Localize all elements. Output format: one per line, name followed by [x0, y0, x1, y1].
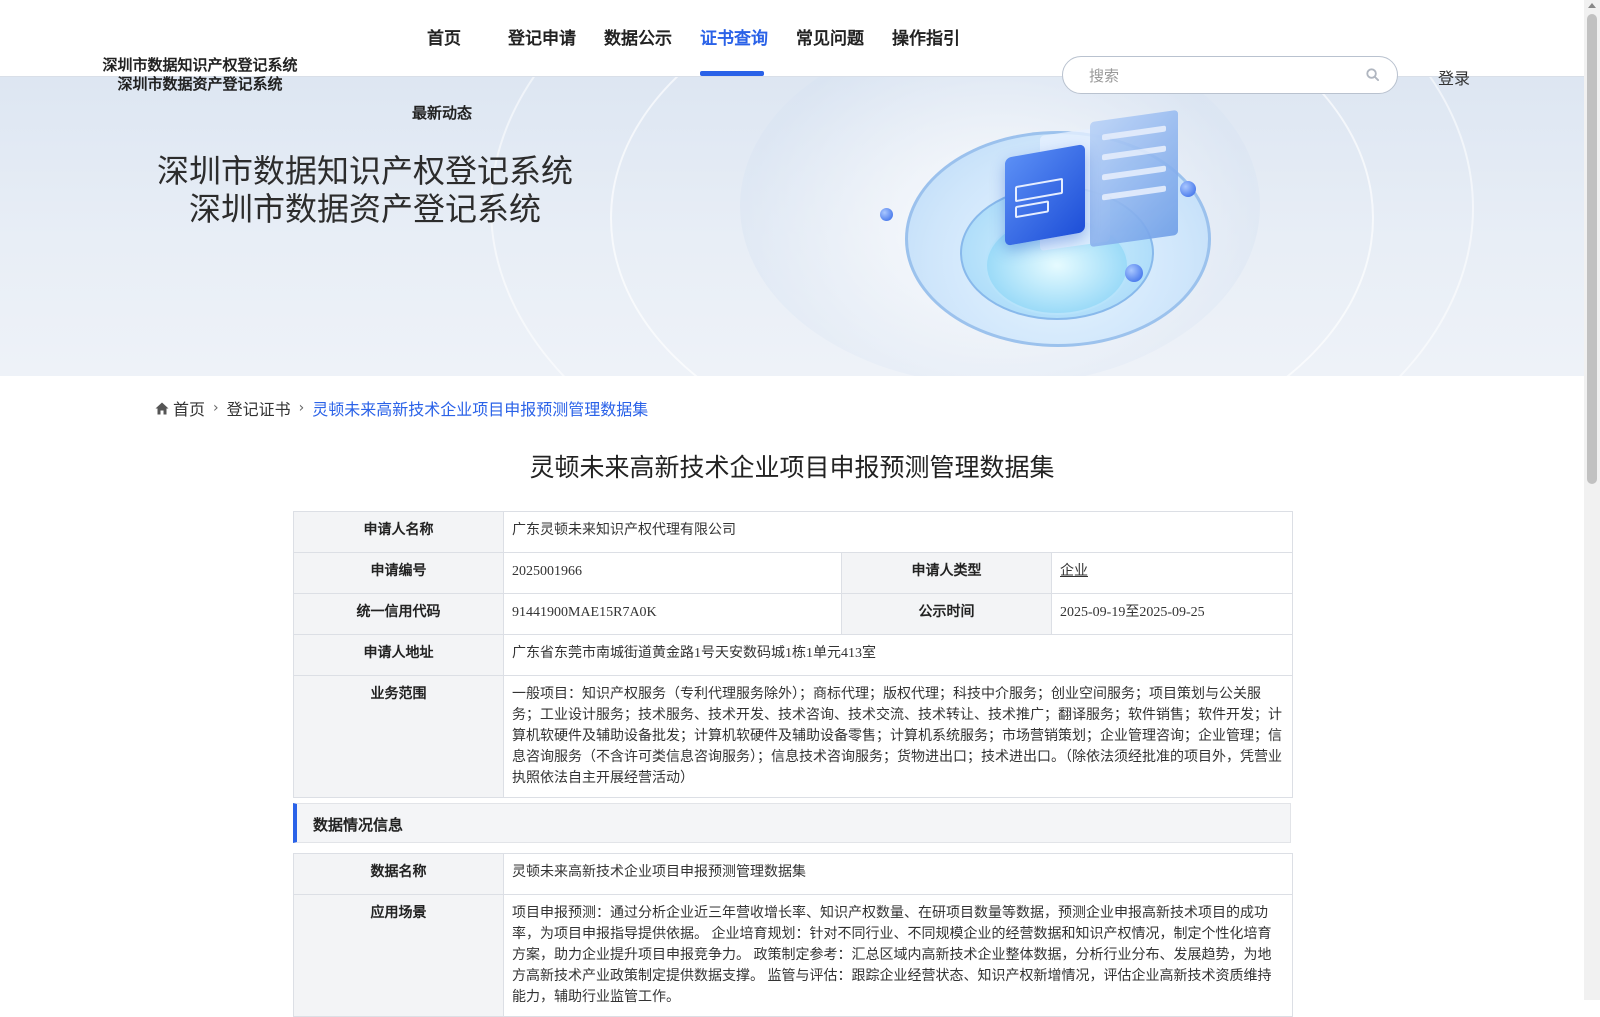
nav-active-indicator: [700, 71, 764, 76]
breadcrumb-home[interactable]: 首页: [173, 396, 205, 420]
nav-item-publicity[interactable]: 数据公示: [604, 24, 672, 49]
business-scope-label: 业务范围: [293, 675, 504, 798]
application-no-value: 2025001966: [503, 552, 842, 594]
page-scrollbar[interactable]: [1584, 0, 1600, 1000]
breadcrumb-current[interactable]: 灵顿未来高新技术企业项目申报预测管理数据集: [312, 396, 648, 420]
scrollbar-thumb[interactable]: [1587, 14, 1597, 484]
table-row: 应用场景 项目申报预测：通过分析企业近三年营收增长率、知识产权数量、在研项目数量…: [293, 894, 1293, 1017]
logo-line1: 深圳市数据知识产权登记系统: [102, 56, 298, 74]
credit-code-label: 统一信用代码: [293, 593, 504, 635]
search-box: [1062, 56, 1398, 94]
hero-orb: [1125, 264, 1143, 282]
chevron-right-icon: ›: [298, 400, 305, 416]
publicity-period-label: 公示时间: [841, 593, 1052, 635]
hero-title: 深圳市数据知识产权登记系统 深圳市数据资产登记系统: [140, 152, 590, 228]
hero-title-line1: 深圳市数据知识产权登记系统: [156, 153, 573, 189]
hero-orb: [1180, 181, 1196, 197]
table-row: 申请人地址 广东省东莞市南城街道黄金路1号天安数码城1栋1单元413室: [293, 634, 1294, 676]
table-row: 业务范围 一般项目：知识产权服务（专利代理服务除外）；商标代理；版权代理；科技中…: [293, 675, 1294, 798]
hero-certificate-card-icon: [1005, 143, 1085, 247]
site-logo[interactable]: 深圳市数据知识产权登记系统 深圳市数据资产登记系统: [80, 56, 320, 94]
chevron-right-icon: ›: [213, 400, 219, 416]
nav-item-guide[interactable]: 操作指引: [892, 24, 960, 49]
hero-document-illustration: [1090, 109, 1178, 248]
applicant-type-label: 申请人类型: [841, 552, 1052, 594]
credit-code-value: 91441900MAE15R7A0K: [503, 593, 842, 635]
applicant-info-table: 申请人名称 广东灵顿未来知识产权代理有限公司 申请编号 2025001966 申…: [293, 511, 1294, 798]
applicant-address-label: 申请人地址: [293, 634, 504, 676]
nav-item-register[interactable]: 登记申请: [508, 24, 576, 49]
search-icon[interactable]: [1366, 68, 1379, 81]
table-row: 统一信用代码 91441900MAE15R7A0K 公示时间 2025-09-1…: [293, 593, 1294, 635]
data-name-value: 灵顿未来高新技术企业项目申报预测管理数据集: [503, 853, 1293, 895]
breadcrumb: 首页 › 登记证书 › 灵顿未来高新技术企业项目申报预测管理数据集: [155, 396, 648, 420]
table-row: 申请编号 2025001966 申请人类型 企业: [293, 552, 1294, 594]
subnav-latest-news[interactable]: 最新动态: [412, 102, 472, 123]
publicity-period-value: 2025-09-19至2025-09-25: [1050, 593, 1294, 635]
application-scenario-label: 应用场景: [293, 894, 504, 1017]
nav-item-faq[interactable]: 常见问题: [796, 24, 864, 49]
data-name-label: 数据名称: [293, 853, 504, 895]
table-row: 申请人名称 广东灵顿未来知识产权代理有限公司: [293, 511, 1294, 553]
applicant-type-cell: 企业: [1050, 552, 1294, 594]
application-scenario-value: 项目申报预测：通过分析企业近三年营收增长率、知识产权数量、在研项目数量等数据，预…: [503, 894, 1293, 1017]
section-title: 数据情况信息: [313, 818, 404, 834]
logo-line2: 深圳市数据资产登记系统: [117, 75, 283, 93]
applicant-name-value: 广东灵顿未来知识产权代理有限公司: [502, 511, 1294, 553]
login-link[interactable]: 登录: [1438, 65, 1470, 89]
applicant-address-value: 广东省东莞市南城街道黄金路1号天安数码城1栋1单元413室: [502, 634, 1294, 676]
table-row: 数据名称 灵顿未来高新技术企业项目申报预测管理数据集: [293, 853, 1293, 895]
hero-orb: [880, 208, 893, 221]
nav-item-certificate-query[interactable]: 证书查询: [700, 24, 768, 49]
applicant-type-value: 企业: [1060, 564, 1088, 579]
breadcrumb-certificates[interactable]: 登记证书: [227, 396, 291, 420]
search-input[interactable]: [1087, 65, 1351, 87]
scroll-up-arrow-icon[interactable]: [1588, 3, 1596, 8]
application-no-label: 申请编号: [293, 552, 504, 594]
hero-title-line2: 深圳市数据资产登记系统: [188, 191, 541, 227]
section-header-data-info: 数据情况信息: [293, 803, 1291, 843]
applicant-name-label: 申请人名称: [293, 511, 504, 553]
nav-item-home[interactable]: 首页: [427, 24, 461, 49]
top-header: 深圳市数据知识产权登记系统 深圳市数据资产登记系统 首页 登记申请 数据公示 证…: [0, 0, 1584, 94]
business-scope-value: 一般项目：知识产权服务（专利代理服务除外）；商标代理；版权代理；科技中介服务；创…: [502, 675, 1294, 798]
page-title: 灵顿未来高新技术企业项目申报预测管理数据集: [529, 455, 1055, 482]
home-icon: [155, 402, 169, 414]
data-info-table: 数据名称 灵顿未来高新技术企业项目申报预测管理数据集 应用场景 项目申报预测：通…: [293, 853, 1293, 1017]
